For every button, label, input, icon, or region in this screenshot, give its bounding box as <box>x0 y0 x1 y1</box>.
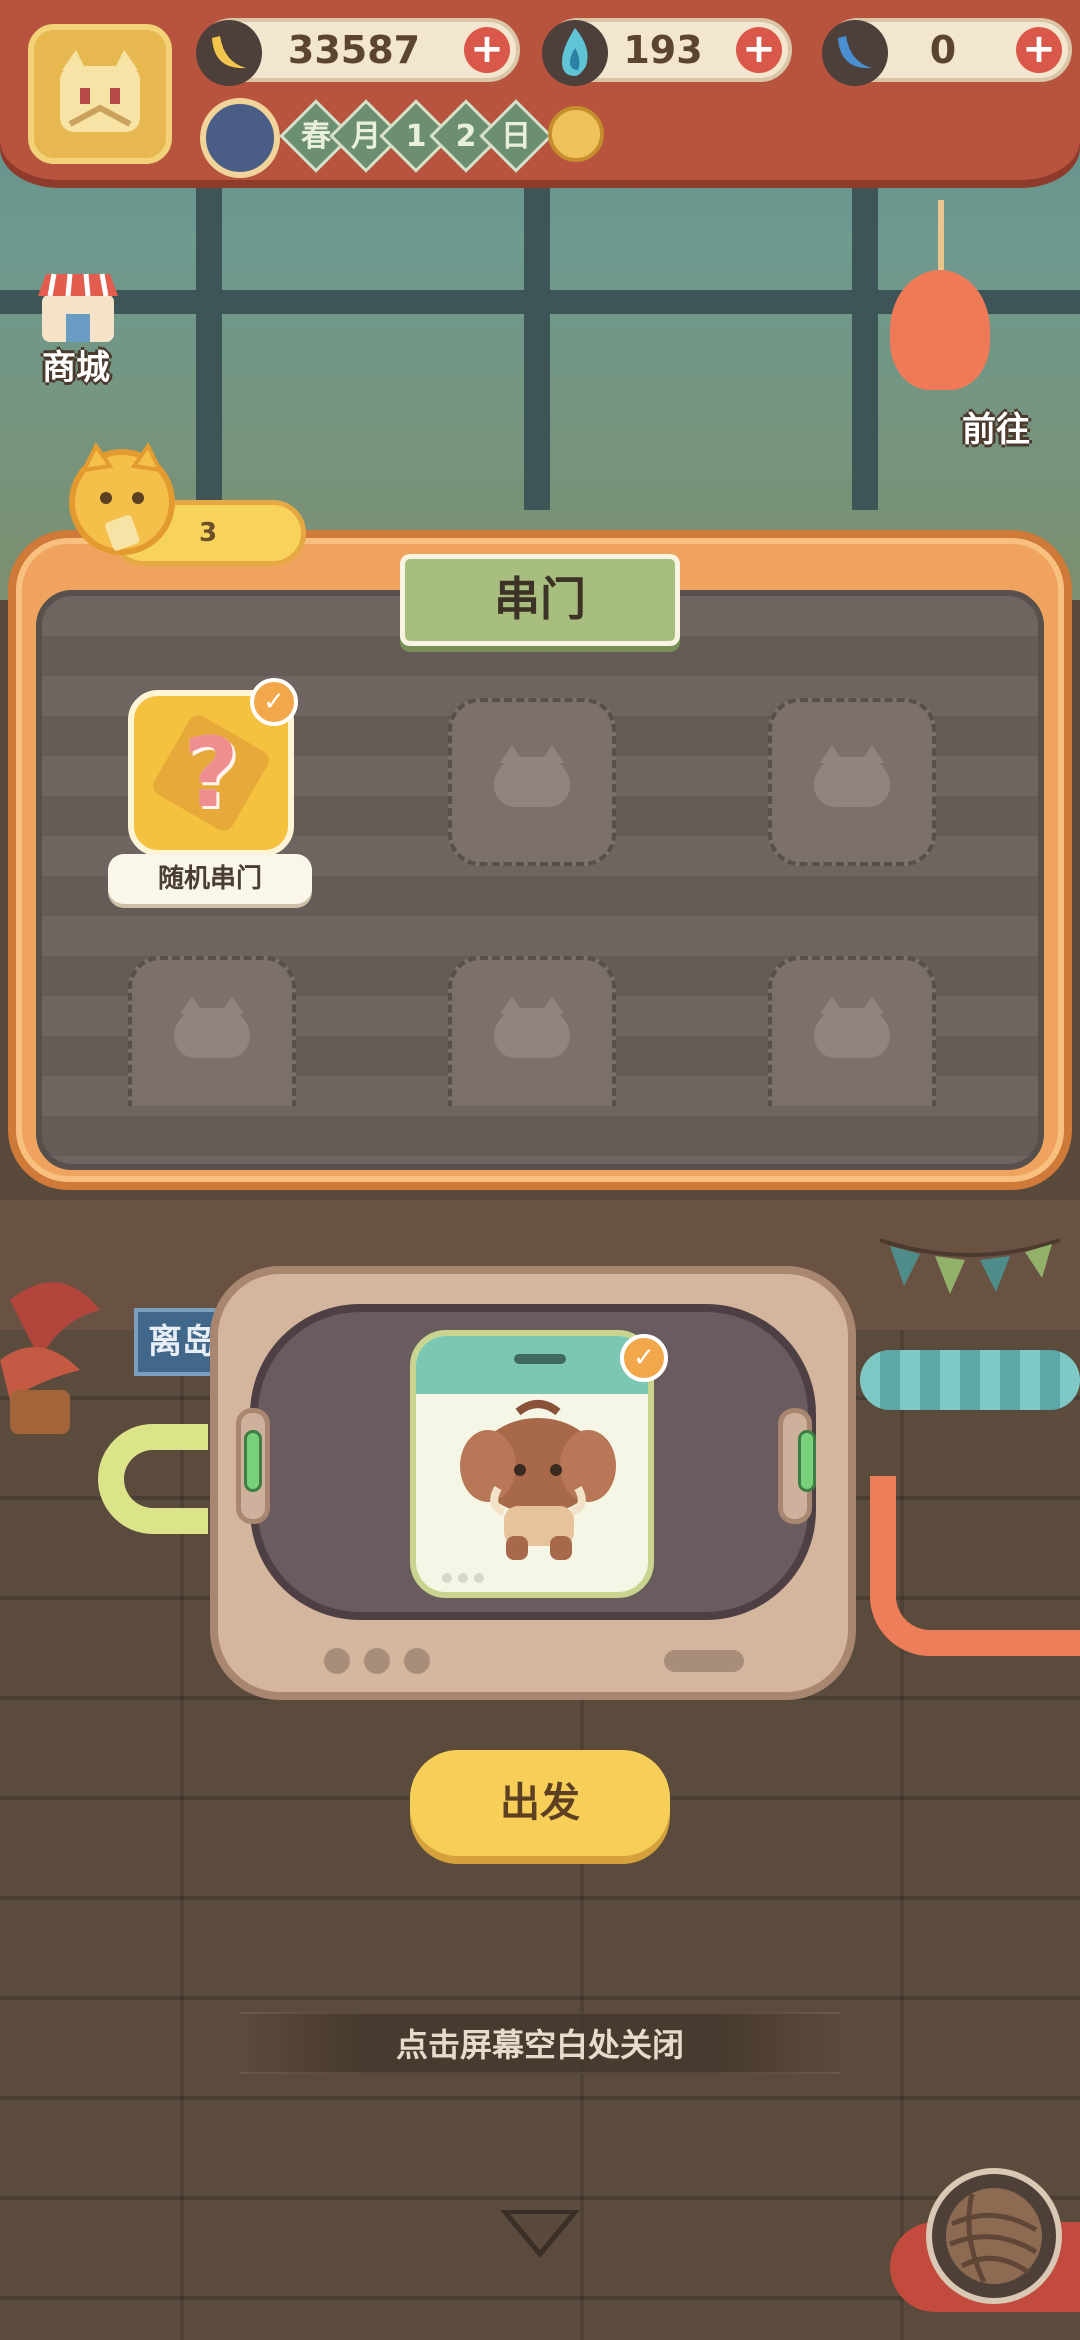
machine-slot <box>664 1650 744 1672</box>
yarn-ball-button[interactable] <box>926 2168 1062 2304</box>
date-digit: 1 <box>405 119 427 154</box>
machine-led-left <box>244 1430 262 1492</box>
pet-card-dots <box>442 1568 502 1583</box>
pet-card-notch <box>514 1354 566 1364</box>
date-day: 日 <box>501 119 531 154</box>
date-month: 月 <box>351 119 381 154</box>
selected-pet-card[interactable] <box>410 1330 654 1598</box>
cat-ticket-icon <box>69 442 175 555</box>
cat-silhouette-icon <box>814 745 890 807</box>
bunting-flags-icon <box>880 1238 1060 1294</box>
blue-banana-icon <box>822 20 888 86</box>
date-digit: 2 <box>455 119 477 154</box>
cat-silhouette-icon <box>494 745 570 807</box>
check-icon: ✓ <box>250 678 298 726</box>
question-mark-icon: ? <box>183 717 239 829</box>
cat-silhouette-icon <box>814 996 890 1058</box>
add-banana-button[interactable]: + <box>464 27 510 73</box>
empty-door-slot[interactable] <box>768 956 936 1106</box>
machine-dot <box>324 1648 350 1674</box>
day-night-clock-icon <box>200 98 280 178</box>
empty-door-slot[interactable] <box>128 956 296 1106</box>
cat-silhouette-icon <box>494 996 570 1058</box>
player-avatar[interactable] <box>28 24 172 164</box>
blue-banana-counter: 0 + <box>822 18 1072 86</box>
red-pipe <box>870 1476 1080 1656</box>
banana-icon <box>196 20 262 86</box>
panel-title: 串门 <box>400 554 680 646</box>
sunny-weather-icon[interactable] <box>548 106 604 162</box>
potted-plant-icon <box>0 1282 100 1434</box>
window-frame-post <box>524 170 550 510</box>
blue-flame-icon <box>542 20 608 86</box>
machine-led-right <box>798 1430 816 1492</box>
cat-silhouette-icon <box>174 996 250 1058</box>
depart-button[interactable]: 出发 <box>410 1750 670 1856</box>
tag-string <box>938 200 944 280</box>
empty-door-slot[interactable] <box>448 956 616 1106</box>
machine-dot <box>364 1648 390 1674</box>
cat-avatar-icon <box>60 50 140 132</box>
empty-door-slot[interactable] <box>768 698 936 866</box>
pet-card-header <box>416 1336 648 1394</box>
close-tag-icon[interactable] <box>890 270 990 390</box>
teal-pipe <box>860 1350 1080 1410</box>
collapse-arrow-inner <box>510 2214 570 2250</box>
empty-door-slot[interactable] <box>448 698 616 866</box>
close-hint[interactable]: 点击屏幕空白处关闭 <box>240 2012 840 2074</box>
mammoth-pet-icon <box>460 1400 616 1560</box>
machine-dot <box>404 1648 430 1674</box>
add-flame-button[interactable]: + <box>736 27 782 73</box>
random-door-label: 随机串门 <box>108 854 312 904</box>
date-season: 春 <box>301 119 331 154</box>
yellow-pipe <box>98 1424 208 1534</box>
window-frame-post <box>196 170 222 510</box>
flame-counter: 193 + <box>542 18 792 86</box>
window-frame-post <box>852 170 878 510</box>
shop-button[interactable]: 商城 <box>42 340 110 389</box>
go-button[interactable]: 前往 <box>962 402 1030 451</box>
shop-icon[interactable] <box>36 270 120 346</box>
yarn-ball-icon <box>946 2188 1042 2284</box>
banana-counter: 33587 + <box>196 18 520 86</box>
add-blue-banana-button[interactable]: + <box>1016 27 1062 73</box>
pet-check-icon: ✓ <box>620 1334 668 1382</box>
